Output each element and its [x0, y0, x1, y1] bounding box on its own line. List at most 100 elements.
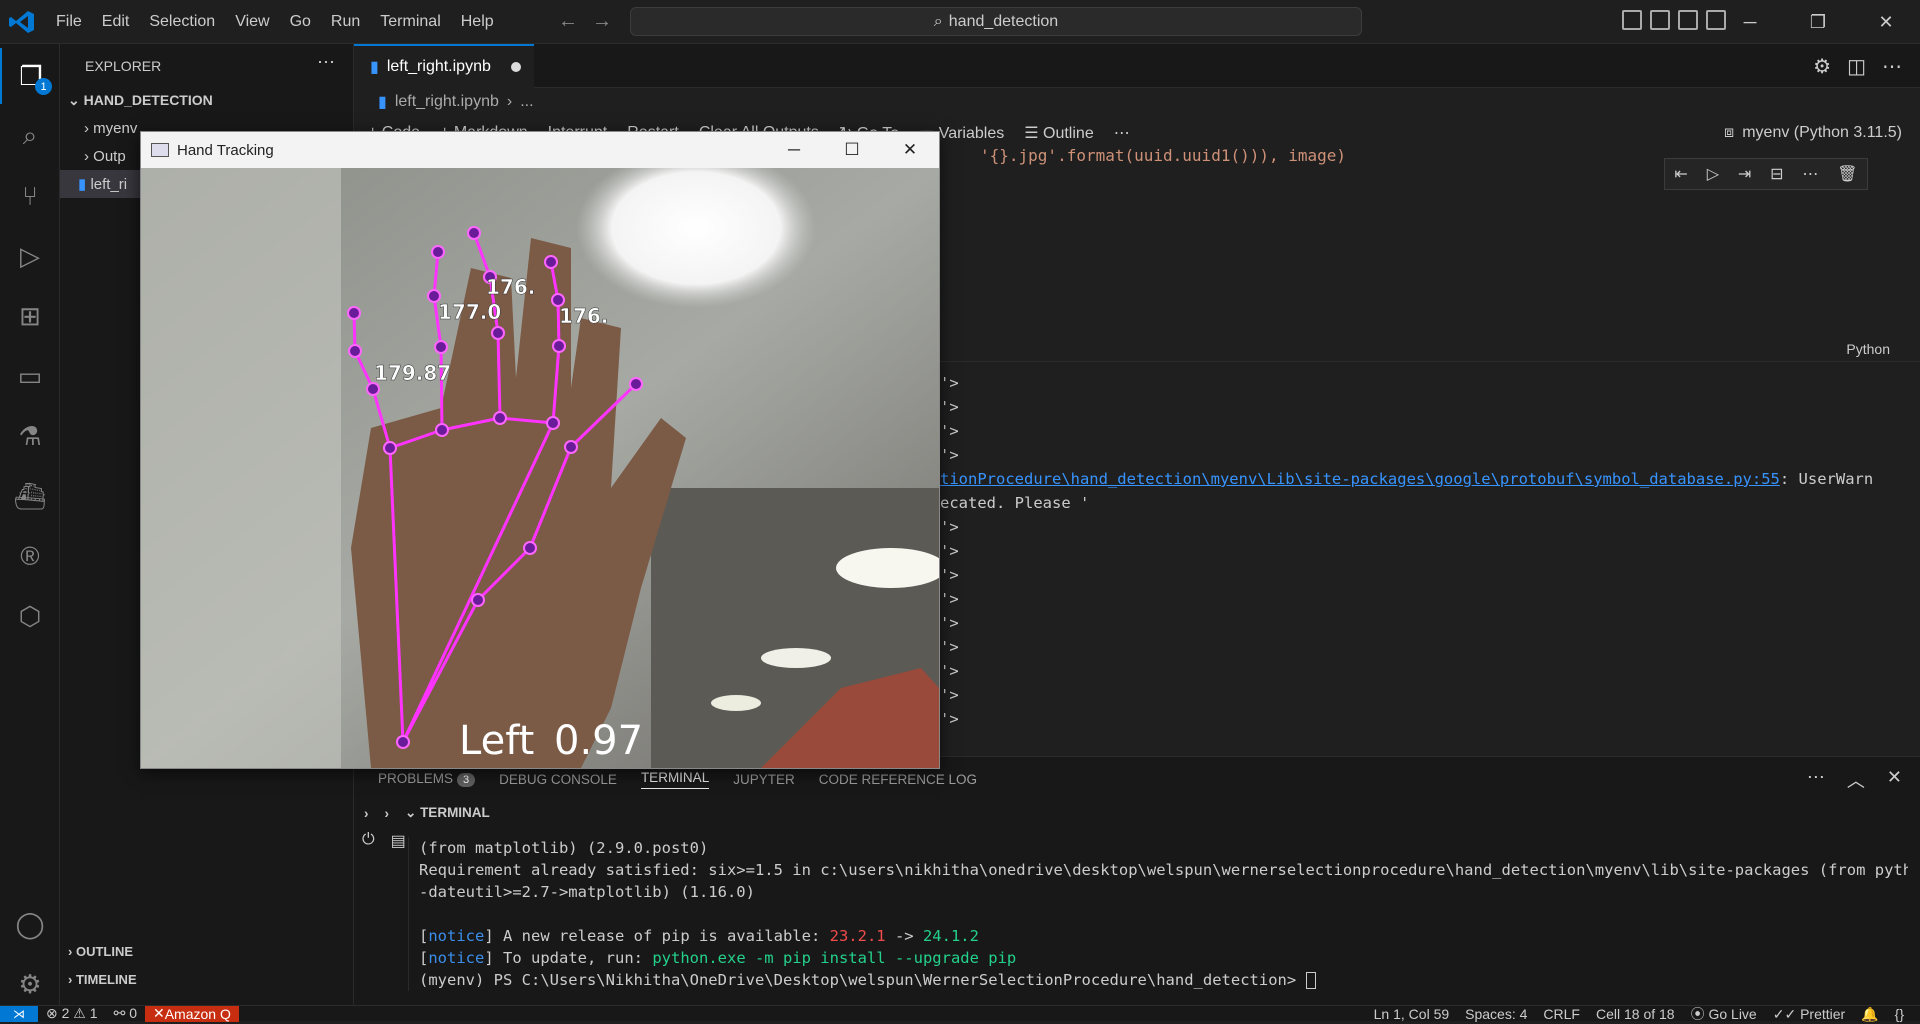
- source-control-icon[interactable]: ⑂: [0, 168, 60, 224]
- tab-problems[interactable]: PROBLEMS 3: [378, 771, 476, 787]
- outline-label: Outline: [1043, 125, 1094, 142]
- workspace-root[interactable]: ⌄ HAND_DETECTION: [68, 92, 213, 109]
- breadcrumb-more[interactable]: ...: [520, 93, 533, 111]
- settings-gear-icon[interactable]: ⚙: [0, 956, 60, 1012]
- chevron-right-icon[interactable]: ›: [385, 806, 390, 821]
- menu-view[interactable]: View: [225, 13, 279, 31]
- testing-icon[interactable]: ⚗: [0, 408, 60, 464]
- notebook-settings-icon[interactable]: ⚙: [1813, 54, 1831, 79]
- amazon-q-label: Amazon Q: [164, 1005, 231, 1022]
- tab-code-reference-log[interactable]: CODE REFERENCE LOG: [819, 772, 977, 787]
- restore-icon[interactable]: ❐: [1784, 0, 1852, 44]
- run-debug-icon[interactable]: ▷: [0, 228, 60, 284]
- warning-text: : UserWarn: [1779, 470, 1874, 488]
- amazon-q-icon[interactable]: ⬡: [0, 588, 60, 644]
- menu-go[interactable]: Go: [280, 13, 321, 31]
- prettier-button[interactable]: ✓✓ Prettier: [1765, 1006, 1853, 1023]
- run-cell-icon[interactable]: ▷: [1707, 164, 1719, 184]
- timeline-section[interactable]: › TIMELINE: [68, 972, 137, 987]
- terminal-output[interactable]: (from matplotlib) (2.9.0.post0) Requirem…: [408, 837, 1908, 991]
- more-actions-icon[interactable]: ⋯: [1807, 767, 1825, 793]
- hand-tracking-titlebar[interactable]: Hand Tracking ─ ☐ ✕: [141, 132, 939, 168]
- execute-above-icon[interactable]: ⇤: [1674, 164, 1687, 184]
- landmark-point: [435, 423, 449, 437]
- language-braces[interactable]: {}: [1887, 1006, 1912, 1022]
- hand-tracking-window[interactable]: Hand Tracking ─ ☐ ✕ 179.87 177.0 176. 17…: [140, 131, 940, 769]
- more-actions-icon[interactable]: ⋯: [1882, 54, 1902, 79]
- more-actions-icon[interactable]: ⋯: [1114, 123, 1130, 143]
- menu-file[interactable]: File: [46, 13, 92, 31]
- line-endings[interactable]: CRLF: [1535, 1006, 1588, 1022]
- menu-selection[interactable]: Selection: [139, 13, 225, 31]
- variables-label: Variables: [938, 125, 1005, 142]
- breadcrumb-file[interactable]: left_right.ipynb: [395, 93, 499, 111]
- menu-help[interactable]: Help: [451, 13, 504, 31]
- maximize-panel-icon[interactable]: ︿: [1847, 767, 1865, 793]
- back-arrow-icon[interactable]: ←: [558, 10, 578, 33]
- plug-icon[interactable]: ⏻: [362, 831, 375, 851]
- toggle-primary-sidebar-icon[interactable]: [1622, 10, 1642, 30]
- close-icon[interactable]: ✕: [881, 132, 939, 168]
- ports-status[interactable]: ⚯ 0: [106, 1005, 145, 1022]
- tree-item-myenv[interactable]: › myenv: [84, 120, 137, 137]
- forward-arrow-icon[interactable]: →: [592, 10, 612, 33]
- notifications-bell-icon[interactable]: 🔔: [1853, 1006, 1886, 1023]
- terminal-section-header[interactable]: ⌄ TERMINAL: [405, 805, 490, 821]
- close-panel-icon[interactable]: ✕: [1887, 767, 1902, 793]
- search-view-icon[interactable]: ⌕: [0, 108, 60, 164]
- close-icon[interactable]: ✕: [1852, 0, 1920, 44]
- toggle-panel-icon[interactable]: [1650, 10, 1670, 30]
- menu-terminal[interactable]: Terminal: [370, 13, 450, 31]
- indentation[interactable]: Spaces: 4: [1457, 1006, 1535, 1022]
- cell-language[interactable]: Python: [1846, 341, 1890, 357]
- chevron-right-icon[interactable]: ›: [364, 806, 369, 821]
- more-actions-icon[interactable]: ⋯: [317, 52, 335, 73]
- kernel-picker[interactable]: ⧈ myenv (Python 3.11.5): [1724, 116, 1902, 150]
- account-icon[interactable]: ◯: [0, 896, 60, 952]
- split-cell-icon[interactable]: ⊟: [1770, 164, 1783, 184]
- remote-icon[interactable]: ⋊: [0, 1005, 38, 1022]
- unsaved-dot-icon[interactable]: [510, 62, 521, 72]
- tab-left-right-ipynb[interactable]: ▮ left_right.ipynb: [354, 44, 534, 88]
- extensions-icon[interactable]: ⊞: [0, 288, 60, 344]
- command-center-search[interactable]: ⌕ hand_detection: [630, 7, 1362, 36]
- vscode-logo-icon: [9, 11, 34, 33]
- terminal-notice-line: [notice] A new release of pip is availab…: [419, 927, 979, 945]
- minimize-icon[interactable]: ─: [1716, 0, 1784, 44]
- cursor-position[interactable]: Ln 1, Col 59: [1366, 1006, 1458, 1022]
- run-below-icon[interactable]: ⇥: [1738, 164, 1751, 184]
- outline-button[interactable]: ☰ Outline: [1024, 123, 1094, 143]
- window-app-icon: [151, 143, 169, 157]
- remote-explorer-icon[interactable]: ▭: [0, 348, 60, 404]
- more-actions-icon[interactable]: ⋯: [1802, 164, 1818, 184]
- code-cell[interactable]: '{}.jpg'.format(uuid.uuid1())), image) ⇤…: [940, 146, 1920, 362]
- tab-debug-console[interactable]: DEBUG CONSOLE: [499, 772, 617, 787]
- cell-position[interactable]: Cell 18 of 18: [1588, 1006, 1683, 1022]
- split-editor-icon[interactable]: ◫: [1847, 54, 1866, 79]
- clipboard-icon[interactable]: ▤: [391, 831, 406, 851]
- maximize-icon[interactable]: ☐: [823, 132, 881, 168]
- explorer-icon[interactable]: ❐ 1: [0, 48, 60, 104]
- minimize-icon[interactable]: ─: [765, 132, 823, 168]
- amazon-q-status[interactable]: ✕ Amazon Q: [144, 1005, 239, 1022]
- menu-edit[interactable]: Edit: [92, 13, 140, 31]
- tree-item-left-right[interactable]: ▮ left_ri: [78, 175, 127, 193]
- landmark-point: [348, 344, 362, 358]
- skeleton-bone: [439, 346, 444, 431]
- r-icon[interactable]: ®: [0, 528, 60, 584]
- toggle-secondary-sidebar-icon[interactable]: [1678, 10, 1698, 30]
- problems-status[interactable]: ⊗ 2 ⚠ 1: [38, 1005, 106, 1022]
- outline-section[interactable]: › OUTLINE: [68, 944, 133, 959]
- menu-run[interactable]: Run: [321, 13, 370, 31]
- go-live-button[interactable]: ⦿ Go Live: [1683, 1004, 1765, 1024]
- symbol-database-link[interactable]: tionProcedure\hand_detection\myenv\Lib\s…: [940, 470, 1780, 488]
- terminal-prompt: (myenv) PS C:\Users\Nikhitha\OneDrive\De…: [419, 969, 1908, 991]
- output-line: '>: [940, 590, 959, 608]
- docker-icon[interactable]: ⛴: [0, 468, 60, 524]
- tree-item-outputs[interactable]: › Outp: [84, 148, 126, 165]
- output-line: '>: [940, 398, 959, 416]
- notice-tag: notice: [428, 927, 485, 945]
- tab-terminal[interactable]: TERMINAL: [640, 770, 710, 789]
- tab-jupyter[interactable]: JUPYTER: [733, 772, 795, 787]
- delete-cell-icon[interactable]: 🗑: [1837, 164, 1857, 184]
